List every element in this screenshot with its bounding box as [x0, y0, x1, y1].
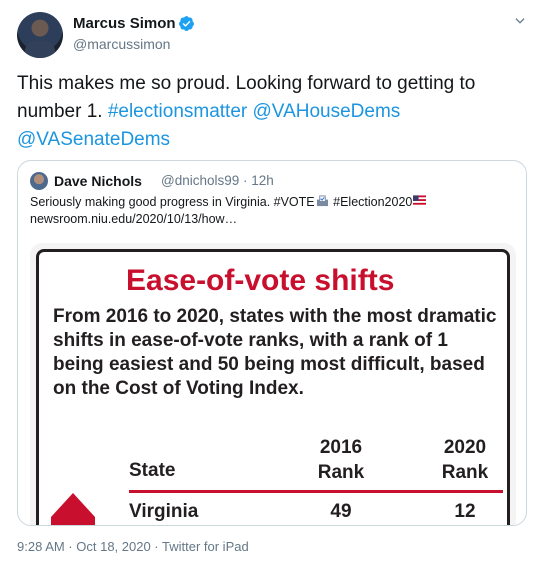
quoted-image[interactable]: Ease-of-vote shifts From 2016 to 2020, s… [30, 243, 516, 526]
svg-text:3: 3 [69, 522, 77, 526]
up-triangle-icon: 3 [51, 493, 95, 526]
infographic-title: Ease-of-vote shifts [126, 264, 395, 297]
quoted-author-name: Dave Nichols [54, 173, 142, 189]
quoted-tweet[interactable]: Dave Nichols @dnichols99 · 12h Seriously… [17, 160, 527, 526]
header-divider [129, 490, 503, 493]
column-header-2016: 2016 Rank [311, 435, 371, 485]
tweet-author: Marcus Simon @marcussimon [17, 12, 527, 58]
column-header-2016-year: 2016 [319, 437, 363, 458]
quoted-tweet-text: Seriously making good progress in Virgin… [30, 194, 516, 228]
us-flag-icon [413, 195, 427, 207]
quoted-author-avatar [30, 172, 48, 190]
column-header-2016-rank: Rank [317, 462, 365, 483]
infographic-description: From 2016 to 2020, states with the most … [53, 306, 497, 399]
row-rank-2016: 49 [330, 501, 352, 522]
quoted-author-handle-time: @dnichols99 · 12h [161, 173, 274, 188]
infographic-card: Ease-of-vote shifts From 2016 to 2020, s… [36, 249, 510, 526]
column-header-state: State [129, 460, 176, 481]
mention-vasenatedems[interactable]: @VASenateDems [17, 129, 170, 150]
author-name[interactable]: Marcus Simon [73, 15, 176, 32]
tweet-body: This makes me so proud. Looking forward … [17, 73, 476, 122]
ballot-box-icon [316, 195, 328, 207]
quoted-tweet-header: Dave Nichols @dnichols99 · 12h [30, 171, 510, 191]
tweet-timestamp[interactable]: 9:28 AM · Oct 18, 2020 · Twitter for iPa… [17, 539, 249, 554]
mention-vahousedems[interactable]: @VAHouseDems [253, 101, 401, 122]
chevron-down-icon[interactable] [513, 14, 527, 28]
tweet-text: This makes me so proud. Looking forward … [17, 70, 532, 154]
row-rank-2020: 12 [454, 501, 476, 522]
column-header-2020: 2020 Rank [433, 435, 497, 485]
row-state: Virginia [129, 501, 199, 522]
hashtag-election2020[interactable]: #Election2020 [333, 195, 412, 209]
author-handle[interactable]: @marcussimon [73, 36, 170, 52]
quoted-body: Seriously making good progress in Virgin… [30, 195, 315, 209]
author-avatar[interactable] [17, 12, 63, 58]
column-header-2020-rank: Rank [441, 462, 489, 483]
column-header-2020-year: 2020 [443, 437, 487, 458]
hashtag-electionsmatter[interactable]: #electionsmatter [108, 101, 247, 122]
verified-badge-icon [179, 16, 194, 31]
quoted-url[interactable]: newsroom.niu.edu/2020/10/13/how… [30, 212, 237, 226]
